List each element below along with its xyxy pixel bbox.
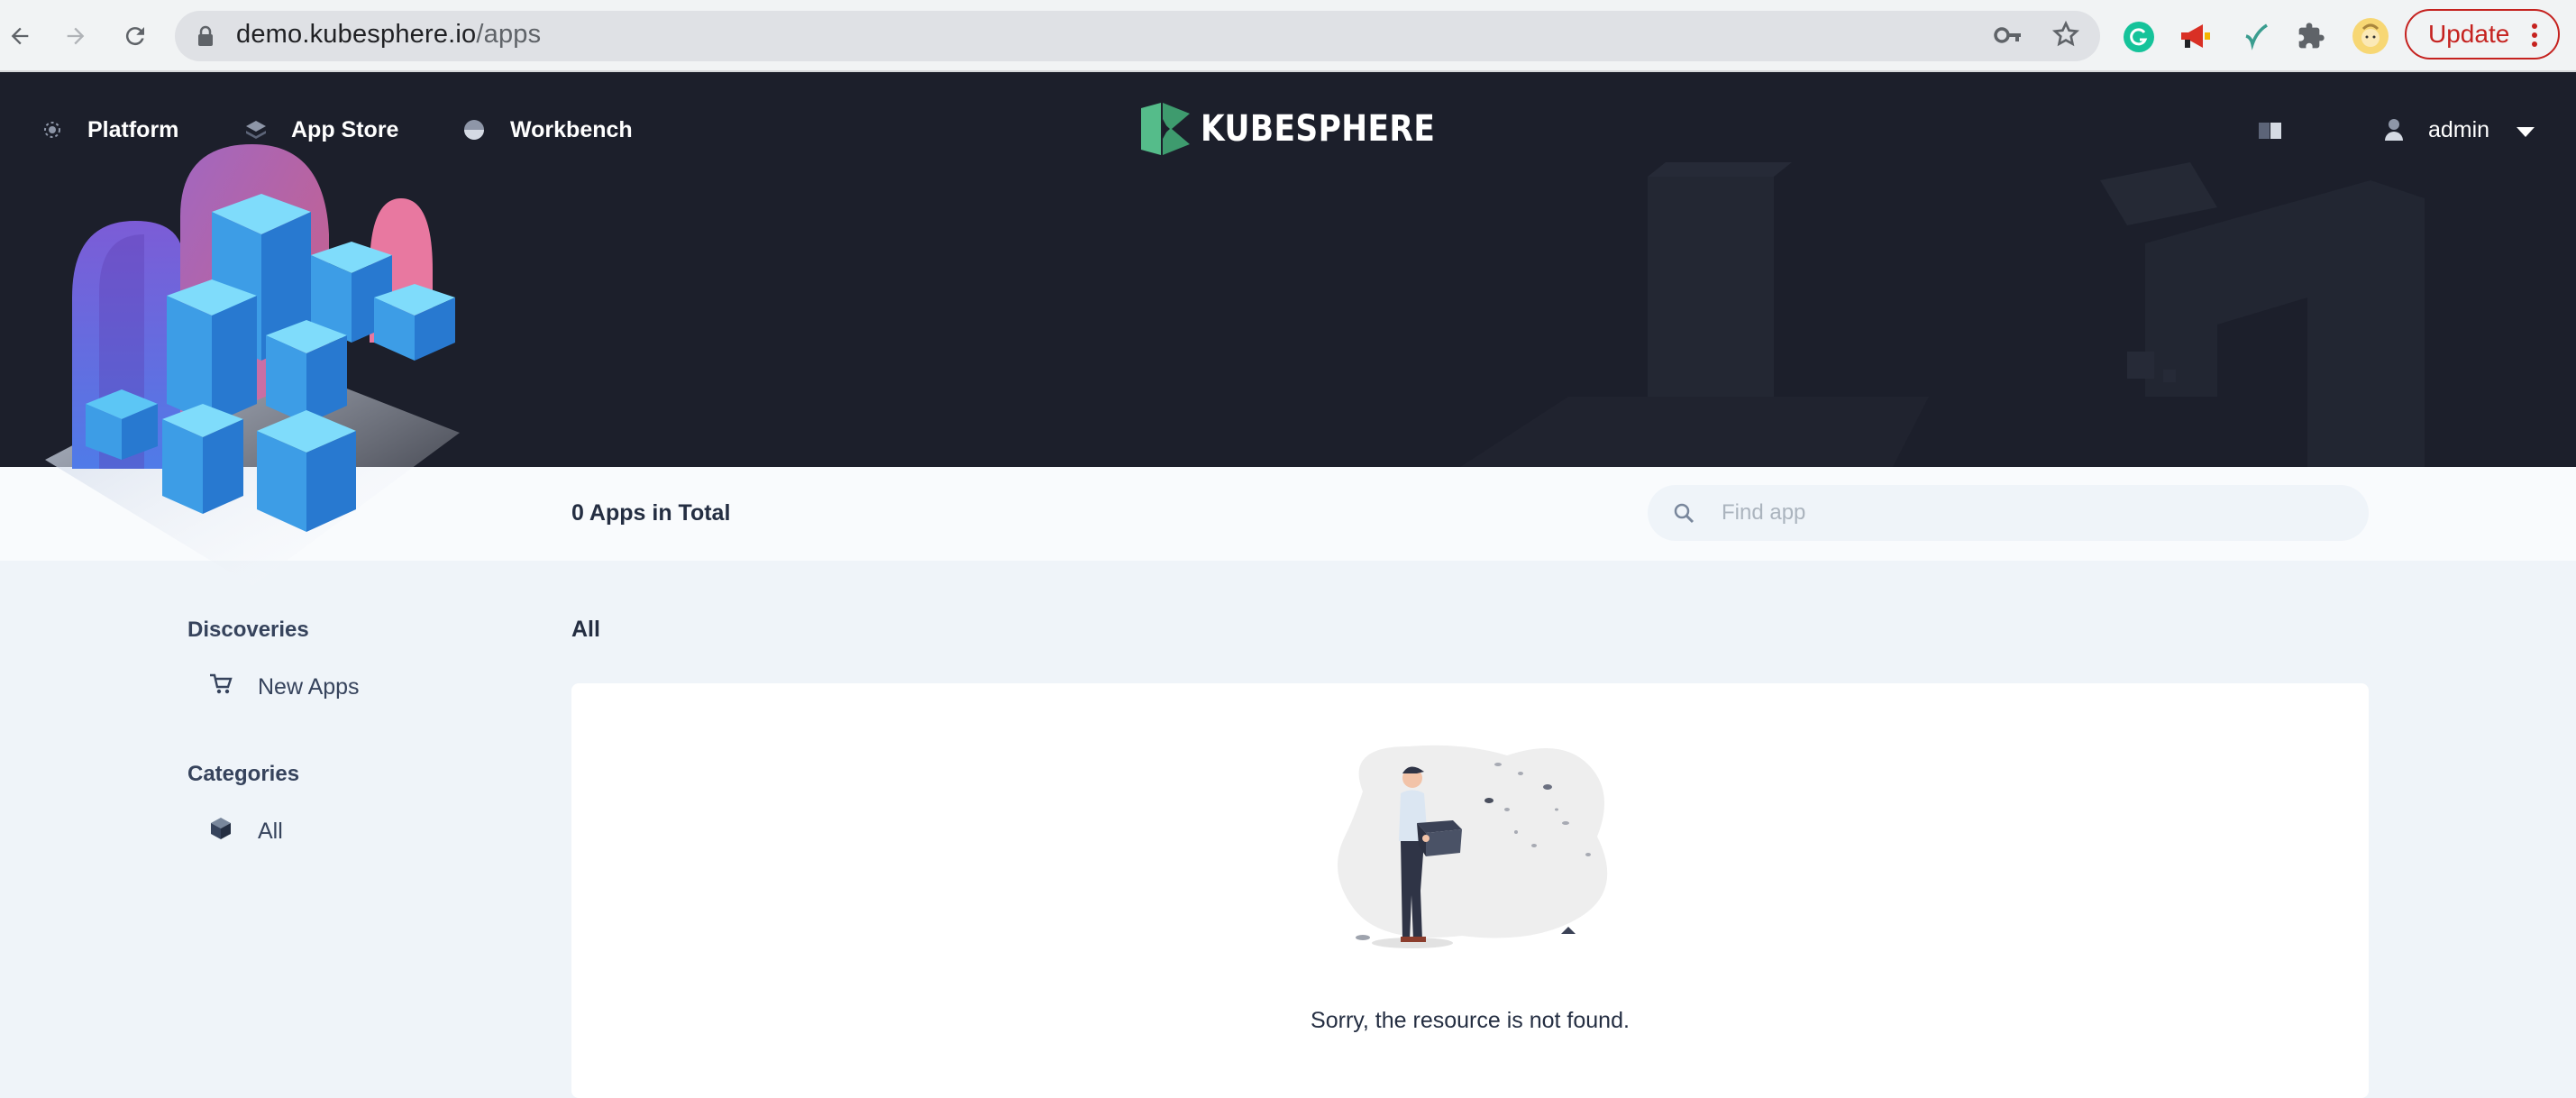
empty-state-illustration [1338, 745, 1608, 948]
search-icon [1673, 502, 1694, 528]
profile-avatar-icon[interactable] [2352, 18, 2389, 59]
puzzle-extensions-icon[interactable] [2297, 22, 2325, 55]
update-label: Update [2428, 20, 2510, 48]
key-icon[interactable] [1994, 23, 2023, 51]
star-icon[interactable] [2051, 20, 2080, 53]
app-store-banner-illustration [45, 144, 460, 586]
forward-arrow-icon[interactable] [56, 16, 96, 56]
header-background-art [1460, 162, 2425, 467]
megaphone-extension-icon[interactable] [2179, 22, 2212, 55]
cube-icon [209, 817, 233, 846]
categories-heading: Categories [187, 762, 300, 786]
grammarly-extension-icon[interactable] [2124, 22, 2154, 57]
more-vert-icon[interactable] [2529, 22, 2540, 53]
sidebar-item-all[interactable]: All [209, 817, 283, 846]
kubesphere-logo[interactable]: KUBESPHERE [1141, 103, 1474, 155]
sidebar-item-label: All [258, 819, 283, 844]
logo-text: KUBESPHERE [1201, 108, 1436, 150]
address-url[interactable]: demo.kubesphere.io/apps [236, 20, 541, 50]
apps-total-count: 0 Apps in Total [571, 500, 731, 526]
section-title: All [571, 617, 600, 642]
user-name[interactable]: admin [2428, 117, 2489, 143]
back-arrow-icon[interactable] [0, 16, 40, 56]
docs-icon[interactable] [2259, 121, 2282, 145]
reload-icon[interactable] [115, 16, 155, 56]
browser-toolbar: demo.kubesphere.io/apps Update [0, 0, 2576, 72]
sidebar-item-new-apps[interactable]: New Apps [209, 673, 360, 702]
find-app-input[interactable] [1648, 485, 2369, 541]
url-host: demo.kubesphere.io [236, 20, 477, 49]
check-extension-icon[interactable] [2241, 22, 2270, 55]
chevron-down-icon[interactable] [2517, 126, 2535, 142]
cart-icon [209, 673, 233, 702]
url-path: /apps [476, 20, 542, 49]
sidebar-item-label: New Apps [258, 674, 360, 700]
discoveries-heading: Discoveries [187, 618, 309, 642]
apps-list-card: Sorry, the resource is not found. [571, 683, 2369, 1098]
kubesphere-logo-icon [1141, 103, 1190, 155]
empty-state-message: Sorry, the resource is not found. [1311, 1008, 1630, 1033]
lock-icon[interactable] [196, 25, 215, 51]
user-icon[interactable] [2383, 117, 2405, 147]
